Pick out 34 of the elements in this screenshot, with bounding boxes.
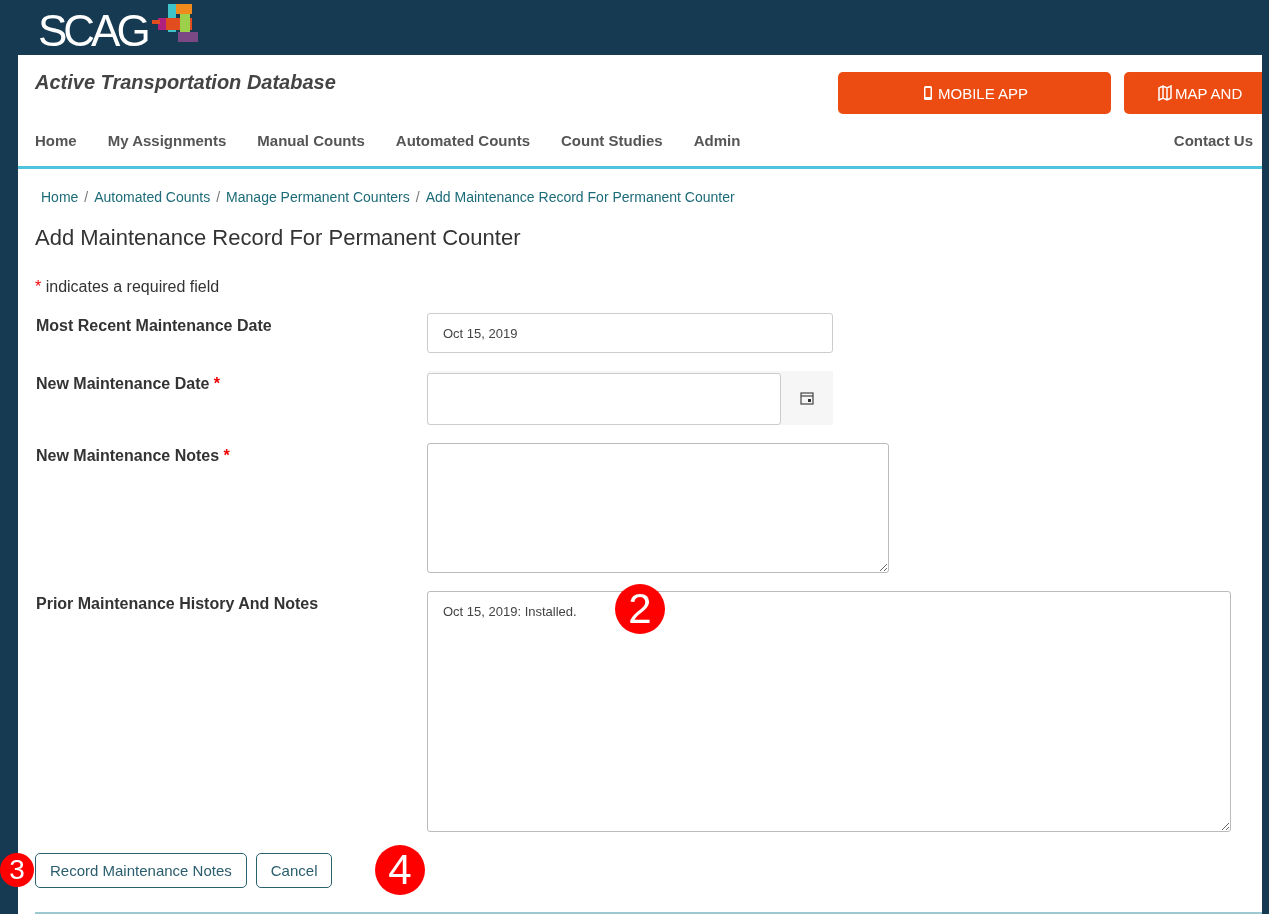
breadcrumb-link[interactable]: Home — [41, 189, 79, 205]
input-field[interactable]: Oct 15, 2019 — [427, 313, 833, 353]
date-field[interactable] — [427, 373, 781, 425]
field-label: Prior Maintenance History And Notes — [36, 594, 320, 613]
nav-link[interactable]: Automated Counts — [395, 132, 530, 149]
app-title: Active Transportation Database — [35, 71, 336, 95]
map-icon — [1158, 85, 1172, 101]
required-note: * indicates a required field — [35, 278, 221, 296]
logo-mark-icon — [150, 4, 201, 44]
page-heading: Add Maintenance Record For Permanent Counter — [35, 225, 522, 251]
calendar-icon — [799, 390, 815, 406]
nav-link[interactable]: Count Studies — [561, 132, 663, 149]
nav-link[interactable]: Home — [35, 132, 77, 149]
nav-link[interactable]: Contact Us — [1173, 132, 1253, 149]
callout-badge: 3 — [0, 853, 34, 887]
form-button[interactable]: Cancel — [255, 853, 333, 888]
callout-badge: 4 — [375, 845, 425, 895]
header-button[interactable]: MOBILE APP — [838, 72, 1111, 114]
header-button[interactable]: MAP AND — [1124, 72, 1262, 114]
breadcrumb-link[interactable]: Add Maintenance Record For Permanent Counter — [425, 189, 735, 205]
breadcrumb-separator: / — [216, 189, 221, 205]
form-button[interactable]: Record Maintenance Notes — [35, 853, 247, 888]
breadcrumb-link[interactable]: Manage Permanent Counters — [226, 189, 410, 205]
field-label: Most Recent Maintenance Date — [36, 316, 273, 335]
text-area[interactable] — [427, 443, 889, 573]
breadcrumb-separator: / — [84, 189, 89, 205]
nav-link[interactable]: My Assignments — [107, 132, 227, 149]
nav-link[interactable]: Admin — [693, 132, 741, 149]
breadcrumb-separator: / — [415, 189, 420, 205]
field-label: New Maintenance Date * — [36, 374, 222, 393]
logo-text: SCAG — [38, 9, 147, 53]
field-label: New Maintenance Notes * — [36, 446, 231, 465]
breadcrumb-link[interactable]: Automated Counts — [94, 189, 211, 205]
nav-link[interactable]: Manual Counts — [257, 132, 365, 149]
